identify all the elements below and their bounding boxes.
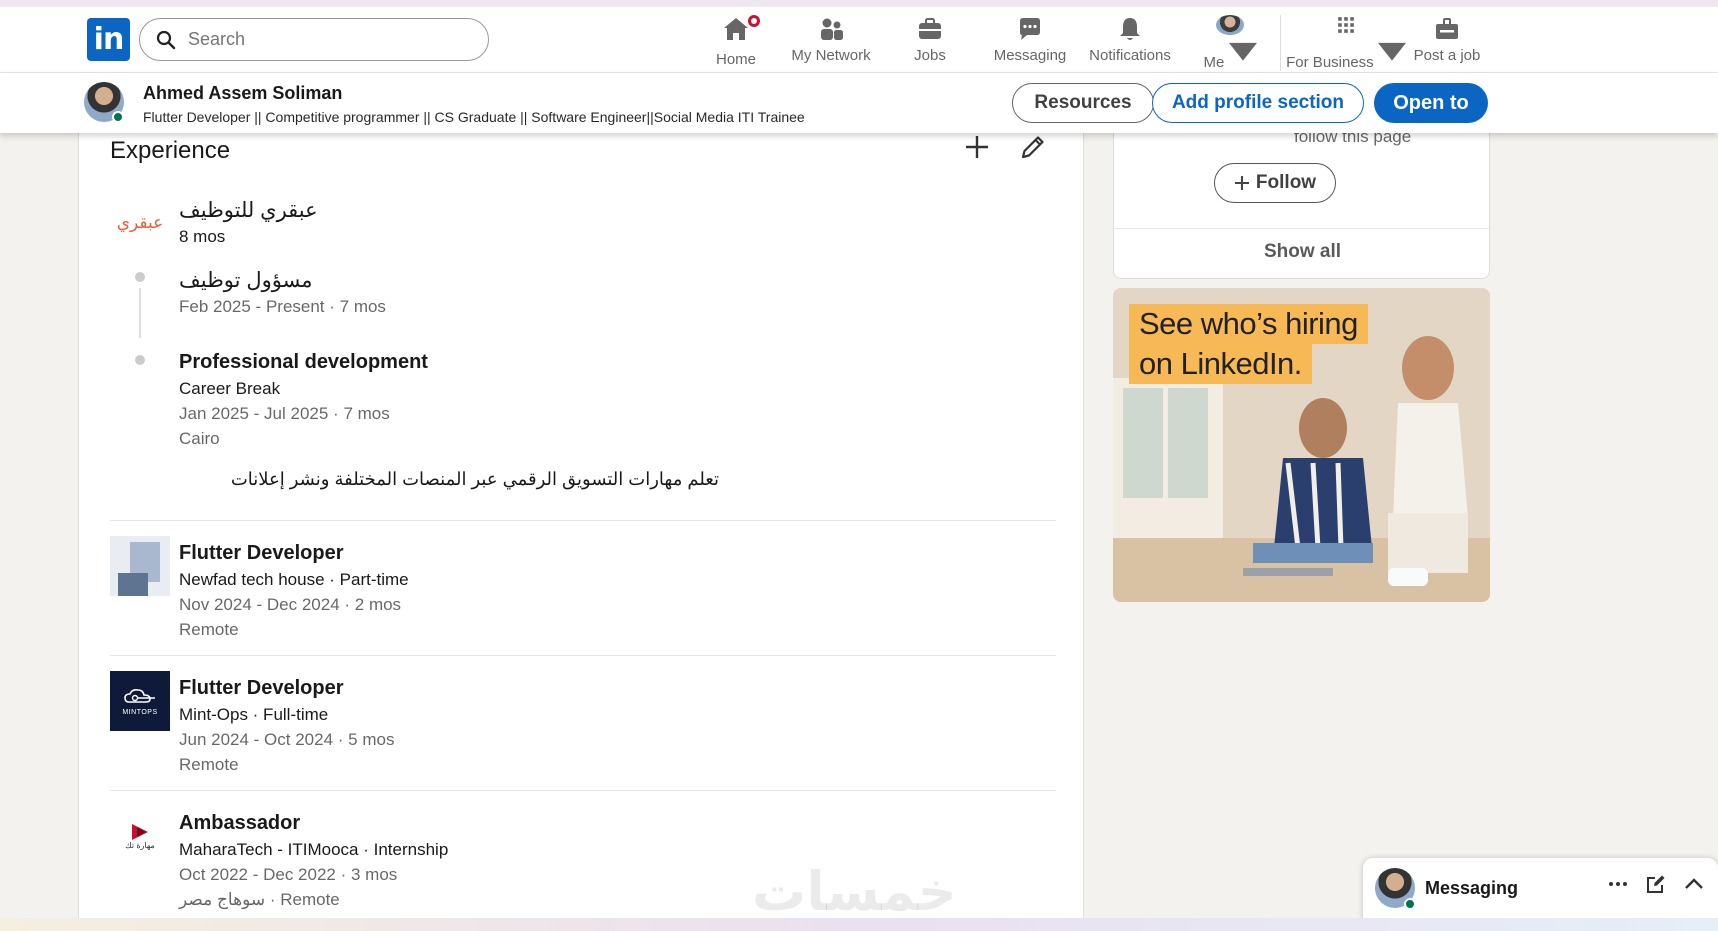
timeline-dot <box>135 272 145 282</box>
nav-post-job[interactable]: Post a job <box>1413 15 1481 71</box>
global-nav: in Home My Network Jobs Messaging Notifi… <box>0 7 1718 73</box>
resources-button[interactable]: Resources <box>1012 83 1154 123</box>
pencil-icon <box>1021 136 1044 159</box>
network-icon <box>821 18 843 40</box>
show-all-link[interactable]: Show all <box>1114 241 1491 263</box>
edit-experience-button[interactable] <box>1017 131 1049 163</box>
follow-card-divider <box>1114 228 1491 229</box>
experience-location: Remote <box>179 755 239 774</box>
search-input[interactable] <box>188 29 468 50</box>
profile-name: Ahmed Assem Soliman <box>143 83 343 103</box>
role-dates: Jan 2025 - Jul 2025 · 7 mos <box>179 404 390 423</box>
online-status-indicator <box>1404 898 1416 910</box>
sticky-profile-bar: Ahmed Assem Soliman Flutter Developer ||… <box>0 73 1718 133</box>
timeline-line <box>139 288 141 338</box>
more-options-icon[interactable] <box>1608 881 1628 887</box>
company-logo-abqari[interactable]: عبقري <box>110 193 170 253</box>
caret-down-icon <box>1228 42 1257 61</box>
messaging-label: Messaging <box>1425 878 1519 898</box>
experience-location: Remote <box>179 620 239 639</box>
nav-home-label: Home <box>715 51 756 68</box>
nav-for-business-label: For Business <box>1286 54 1374 71</box>
plus-icon <box>966 136 988 158</box>
experience-card: Experience عبقري عبقري للتوظيف 8 mos مسؤ… <box>78 133 1084 931</box>
experience-title-text[interactable]: Flutter Developer <box>179 677 343 700</box>
entry-divider <box>110 520 1056 521</box>
plus-icon <box>1234 176 1249 190</box>
company-logo-mintops[interactable]: MINTOPS <box>110 671 170 731</box>
nav-post-job-label: Post a job <box>1413 47 1481 64</box>
timeline-dot <box>135 355 145 365</box>
nav-me-label: Me <box>1203 54 1225 71</box>
experience-location: سوهاج مصر · Remote <box>179 890 340 909</box>
nav-notifications[interactable]: Notifications <box>1087 15 1173 71</box>
experience-title-text[interactable]: Ambassador <box>179 812 300 835</box>
entry-divider <box>110 655 1056 656</box>
notification-badge <box>746 13 762 29</box>
nav-home[interactable]: Home <box>706 13 766 71</box>
role-description: تعلم مهارات التسويق الرقمي عبر المنصات ا… <box>230 469 719 489</box>
follow-button[interactable]: Follow <box>1214 163 1336 203</box>
experience-dates: Nov 2024 - Dec 2024 · 2 mos <box>179 595 402 614</box>
chat-icon <box>1020 18 1040 40</box>
profile-headline: Flutter Developer || Competitive program… <box>143 109 805 125</box>
company-duration: 8 mos <box>179 227 226 246</box>
watermark-logo: خمسات <box>752 860 957 923</box>
entry-divider <box>110 790 1056 791</box>
hiring-ad[interactable]: See who’s hiring on LinkedIn. <box>1113 288 1490 602</box>
search-box[interactable] <box>139 18 489 61</box>
experience-dates: Jun 2024 - Oct 2024 · 5 mos <box>179 730 395 749</box>
experience-title-text[interactable]: Flutter Developer <box>179 542 343 565</box>
linkedin-logo[interactable]: in <box>87 18 130 61</box>
nav-jobs-label: Jobs <box>914 47 946 64</box>
search-icon <box>156 30 176 49</box>
window-top-strip <box>0 0 1718 7</box>
taskbar-strip <box>0 918 1718 931</box>
open-to-button[interactable]: Open to <box>1374 83 1488 123</box>
experience-company: Newfad tech house · Part-time <box>179 570 409 589</box>
experience-title: Experience <box>110 137 231 164</box>
chevron-up-icon[interactable] <box>1684 878 1704 890</box>
me-avatar <box>1216 15 1244 35</box>
grid-icon <box>1338 17 1354 33</box>
ad-headline-line1: See who’s hiring <box>1129 304 1368 344</box>
bell-icon <box>1120 18 1140 40</box>
nav-jobs[interactable]: Jobs <box>910 15 950 71</box>
follow-card: follow this page Follow Show all <box>1113 127 1491 279</box>
add-profile-section-button[interactable]: Add profile section <box>1152 83 1364 123</box>
nav-notifications-label: Notifications <box>1089 47 1171 64</box>
key-cloud-icon <box>124 688 155 703</box>
nav-my-network-label: My Network <box>791 47 871 64</box>
experience-dates: Oct 2022 - Dec 2022 · 3 mos <box>179 865 398 884</box>
company-logo-text: عبقري <box>116 213 164 232</box>
play-logo-icon <box>132 823 148 840</box>
post-job-icon <box>1436 18 1458 39</box>
company-logo-newfad[interactable] <box>110 536 170 596</box>
role-subtitle: Career Break <box>179 379 281 398</box>
nav-for-business[interactable]: For Business <box>1286 15 1406 71</box>
nav-separator <box>1280 15 1281 71</box>
nav-me[interactable]: Me <box>1203 15 1257 71</box>
caret-down-icon <box>1377 42 1406 61</box>
role-title: مسؤول توظيف <box>179 269 313 292</box>
add-experience-button[interactable] <box>961 131 993 163</box>
company-logo-maharatech[interactable]: مهارة تك <box>110 806 170 866</box>
ad-headline-line2: on LinkedIn. <box>1129 344 1312 384</box>
online-status-indicator <box>112 111 124 123</box>
follow-button-label: Follow <box>1255 172 1317 193</box>
role-title: Professional development <box>179 351 428 373</box>
briefcase-icon <box>919 18 941 39</box>
company-name[interactable]: عبقري للتوظيف <box>179 198 318 223</box>
nav-my-network[interactable]: My Network <box>789 15 873 71</box>
company-logo-text: مهارة تك <box>125 840 155 850</box>
experience-company: Mint-Ops · Full-time <box>179 705 329 724</box>
role-dates: Feb 2025 - Present · 7 mos <box>179 297 386 316</box>
nav-messaging[interactable]: Messaging <box>993 15 1067 71</box>
nav-messaging-label: Messaging <box>993 47 1067 64</box>
compose-icon[interactable] <box>1646 874 1666 894</box>
experience-company: MaharaTech - ITIMooca · Internship <box>179 840 449 859</box>
company-logo-text: MINTOPS <box>122 708 158 716</box>
role-location: Cairo <box>179 429 220 448</box>
